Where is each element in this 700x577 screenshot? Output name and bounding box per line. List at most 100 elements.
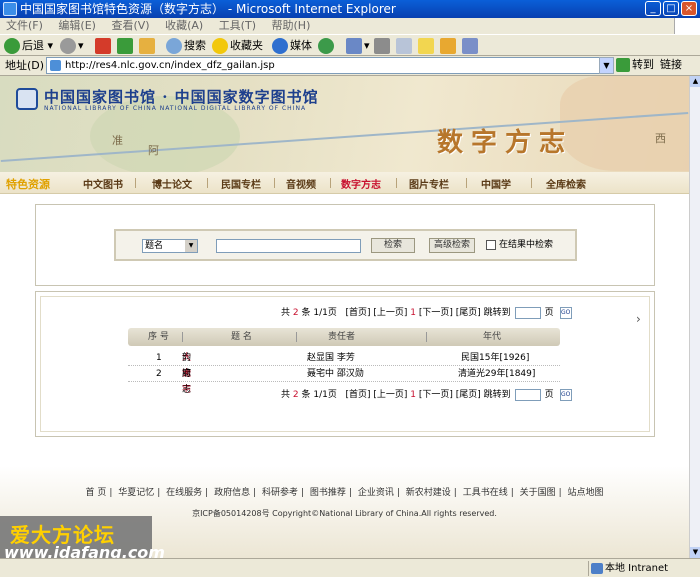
stop-button[interactable] <box>95 37 113 55</box>
favorites-label: 收藏夹 <box>230 39 263 52</box>
menu-edit[interactable]: 编辑(E) <box>52 18 102 34</box>
footer-links: 首 页 | 华夏记忆 | 在线服务 | 政府信息 | 科研参考 | 图书推荐 | 企业资讯 |… <box>0 485 689 498</box>
nav-item-av[interactable]: 音视频 <box>286 176 316 191</box>
within-results-checkbox[interactable] <box>486 240 496 250</box>
page-icon <box>50 60 61 71</box>
pager-go-button[interactable]: GO <box>559 388 572 401</box>
media-icon <box>272 38 288 54</box>
research-button[interactable] <box>462 37 480 55</box>
cell-year: 民国15年[1926] <box>461 353 530 363</box>
address-dropdown-icon[interactable]: ▼ <box>599 57 614 74</box>
star-icon <box>212 38 228 54</box>
search-field-select[interactable]: 题名 ▼ <box>142 239 198 253</box>
go-button[interactable]: 转到 <box>616 57 654 74</box>
col-divider <box>426 332 427 342</box>
search-input[interactable] <box>216 239 361 253</box>
links-button[interactable]: 链接 <box>660 57 682 73</box>
table-row: 2 大宅 府志 聂宅中 邵汉勋 清道光29年[1849] <box>128 366 560 395</box>
discuss-button[interactable] <box>418 37 436 55</box>
advanced-search-button[interactable]: 高级检索 <box>429 238 475 253</box>
pager-text: 条 <box>301 390 311 400</box>
pager-prev-links[interactable]: [首页] [上一页] <box>345 308 407 318</box>
nav-home[interactable]: 特色资源 <box>6 176 50 192</box>
window-title: 中国国家图书馆特色资源（数字方志） - Microsoft Internet E… <box>20 2 396 16</box>
map-label: 准 <box>112 134 123 147</box>
pager-page-input[interactable] <box>514 306 541 319</box>
nav-item-local-gazetteers[interactable]: 数字方志 <box>341 176 381 191</box>
map-label: 西 <box>655 132 666 145</box>
back-button[interactable]: 后退 ▾ <box>4 37 53 55</box>
pager-current: 1 <box>410 390 416 400</box>
media-button[interactable]: 媒体 <box>272 37 312 55</box>
footer-link[interactable]: 企业资讯 <box>355 488 397 498</box>
cell-no: 1 <box>156 353 162 363</box>
footer-link[interactable]: 新农村建设 <box>403 488 454 498</box>
footer-link[interactable]: 站点地图 <box>565 488 607 498</box>
minimize-button[interactable]: _ <box>645 1 661 16</box>
footer-link[interactable]: 首 页 <box>82 488 109 498</box>
nav-item-chinese-books[interactable]: 中文图书 <box>83 176 123 191</box>
pager-next-links[interactable]: [下一页] [尾页] <box>419 390 481 400</box>
pager-count: 2 <box>292 308 299 318</box>
maximize-button[interactable]: □ <box>663 1 679 16</box>
menu-file[interactable]: 文件(F) <box>0 18 49 34</box>
section-title: 数字方志 <box>437 128 574 158</box>
mail-button[interactable]: ▾ <box>346 37 370 55</box>
search-submit-button[interactable]: 检索 <box>371 238 415 253</box>
menu-tools[interactable]: 工具(T) <box>213 18 262 34</box>
menu-help[interactable]: 帮助(H) <box>266 18 317 34</box>
menu-favorites[interactable]: 收藏(A) <box>159 18 209 34</box>
close-button[interactable]: × <box>681 1 697 16</box>
pager-prev-links[interactable]: [首页] [上一页] <box>345 390 407 400</box>
status-bar: 本地 Intranet <box>0 558 700 577</box>
refresh-button[interactable] <box>117 37 135 55</box>
vertical-scrollbar[interactable]: ▲ ▼ <box>689 76 700 558</box>
cell-no: 2 <box>156 369 162 379</box>
search-button[interactable]: 搜索 <box>166 37 206 55</box>
pager-page-input[interactable] <box>514 388 541 401</box>
footer-link[interactable]: 在线服务 <box>163 488 205 498</box>
nav-item-sinology[interactable]: 中国学 <box>481 176 511 191</box>
research-icon <box>462 38 478 54</box>
address-input[interactable]: http://res4.nlc.gov.cn/index_dfz_gailan.… <box>46 57 614 74</box>
nav-item-republic[interactable]: 民国专栏 <box>221 176 261 191</box>
ie-app-icon <box>3 2 17 16</box>
chevron-right-icon[interactable]: › <box>636 312 641 326</box>
favorites-button[interactable]: 收藏夹 <box>212 37 263 55</box>
footer-link[interactable]: 华夏记忆 <box>115 488 157 498</box>
search-panel: 题名 ▼ 检索 高级检索 在结果中检索 <box>35 204 655 286</box>
pager-go-button[interactable]: GO <box>559 306 572 319</box>
search-field-value: 题名 <box>145 241 164 251</box>
results-panel: 共 2 条 1/1页 [首页] [上一页] 1 [下一页] [尾页] 跳转到页 G… <box>35 291 655 437</box>
home-button[interactable] <box>139 37 157 55</box>
within-results-label: 在结果中检索 <box>499 240 554 250</box>
pager-page-info: 1/1页 <box>313 390 337 400</box>
footer-link[interactable]: 工具书在线 <box>460 488 511 498</box>
footer-link[interactable]: 政府信息 <box>211 488 253 498</box>
footer-link[interactable]: 关于国图 <box>517 488 559 498</box>
footer-link[interactable]: 科研参考 <box>259 488 301 498</box>
print-button[interactable] <box>374 37 392 55</box>
edit-page-button[interactable] <box>396 37 414 55</box>
messenger-button[interactable] <box>440 37 458 55</box>
menu-view[interactable]: 查看(V) <box>105 18 155 34</box>
stop-icon <box>95 38 111 54</box>
logo-subtext: NATIONAL LIBRARY OF CHINA NATIONAL DIGIT… <box>44 105 307 112</box>
print-icon <box>374 38 390 54</box>
back-arrow-icon <box>4 38 20 54</box>
nav-item-pictures[interactable]: 图片专栏 <box>409 176 449 191</box>
messenger-icon <box>440 38 456 54</box>
scroll-up-icon[interactable]: ▲ <box>690 76 700 87</box>
zone-label: 本地 Intranet <box>605 563 669 574</box>
address-url: http://res4.nlc.gov.cn/index_dfz_gailan.… <box>65 60 275 71</box>
pager-page-info: 1/1页 <box>313 308 337 318</box>
forward-button[interactable]: ▾ <box>60 37 84 55</box>
scroll-down-icon[interactable]: ▼ <box>690 547 700 558</box>
nav-item-dissertations[interactable]: 博士论文 <box>152 176 192 191</box>
nav-divider <box>274 178 275 188</box>
pager-next-links[interactable]: [下一页] [尾页] <box>419 308 481 318</box>
pager-current: 1 <box>410 308 416 318</box>
history-button[interactable] <box>318 37 336 55</box>
footer-link[interactable]: 图书推荐 <box>307 488 349 498</box>
nav-item-full-search[interactable]: 全库检索 <box>546 176 586 191</box>
